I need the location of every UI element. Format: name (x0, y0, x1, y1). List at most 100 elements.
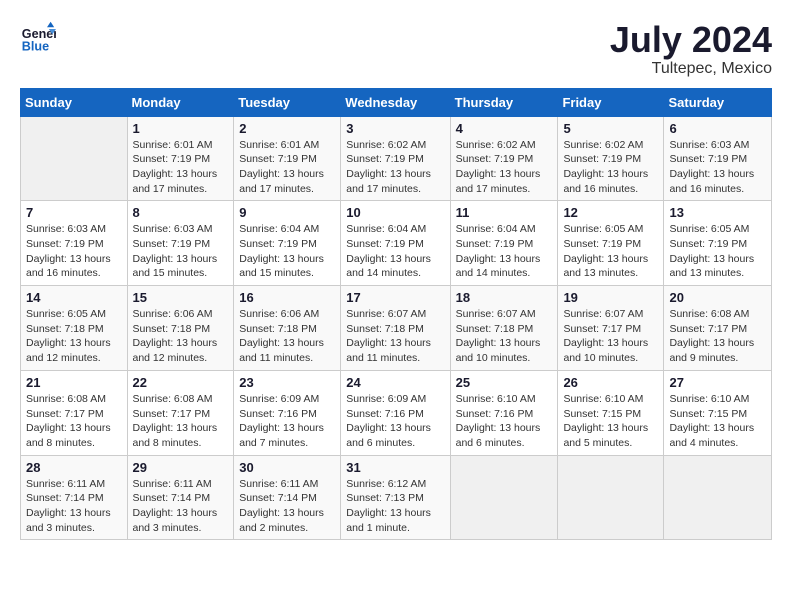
day-cell: 16 Sunrise: 6:06 AMSunset: 7:18 PMDayligh… (234, 286, 341, 371)
day-cell (450, 455, 558, 540)
day-cell: 12 Sunrise: 6:05 AMSunset: 7:19 PMDayligh… (558, 201, 664, 286)
day-info: Sunrise: 6:07 AMSunset: 7:18 PMDaylight:… (346, 307, 444, 366)
day-number: 14 (26, 290, 122, 305)
day-cell: 19 Sunrise: 6:07 AMSunset: 7:17 PMDayligh… (558, 286, 664, 371)
day-cell: 20 Sunrise: 6:08 AMSunset: 7:17 PMDayligh… (664, 286, 772, 371)
day-info: Sunrise: 6:01 AMSunset: 7:19 PMDaylight:… (239, 138, 335, 197)
day-info: Sunrise: 6:09 AMSunset: 7:16 PMDaylight:… (239, 392, 335, 451)
col-header-thursday: Thursday (450, 88, 558, 116)
day-cell: 10Sunrise: 6:04 AMSunset: 7:19 PMDayligh… (341, 201, 450, 286)
day-info: Sunrise: 6:05 AMSunset: 7:19 PMDaylight:… (563, 222, 658, 281)
day-cell: 24 Sunrise: 6:09 AMSunset: 7:16 PMDayligh… (341, 370, 450, 455)
calendar-table: SundayMondayTuesdayWednesdayThursdayFrid… (20, 88, 772, 541)
day-cell: 26Sunrise: 6:10 AMSunset: 7:15 PMDayligh… (558, 370, 664, 455)
day-number: 17 (346, 290, 444, 305)
week-row-4: 21 Sunrise: 6:08 AMSunset: 7:17 PMDayligh… (21, 370, 772, 455)
calendar-header-row: SundayMondayTuesdayWednesdayThursdayFrid… (21, 88, 772, 116)
day-number: 27 (669, 375, 766, 390)
day-info: Sunrise: 6:05 AMSunset: 7:18 PMDaylight:… (26, 307, 122, 366)
day-cell: 21 Sunrise: 6:08 AMSunset: 7:17 PMDayligh… (21, 370, 128, 455)
day-cell: 18Sunrise: 6:07 AMSunset: 7:18 PMDayligh… (450, 286, 558, 371)
day-info: Sunrise: 6:08 AMSunset: 7:17 PMDaylight:… (133, 392, 229, 451)
day-info: Sunrise: 6:11 AMSunset: 7:14 PMDaylight:… (133, 477, 229, 536)
day-cell: 28Sunrise: 6:11 AMSunset: 7:14 PMDayligh… (21, 455, 128, 540)
day-info: Sunrise: 6:10 AMSunset: 7:16 PMDaylight:… (456, 392, 553, 451)
day-info: Sunrise: 6:12 AMSunset: 7:13 PMDaylight:… (346, 477, 444, 536)
logo: General Blue (20, 20, 56, 56)
day-number: 21 (26, 375, 122, 390)
day-info: Sunrise: 6:07 AMSunset: 7:17 PMDaylight:… (563, 307, 658, 366)
day-number: 7 (26, 205, 122, 220)
day-cell: 29 Sunrise: 6:11 AMSunset: 7:14 PMDayligh… (127, 455, 234, 540)
day-number: 31 (346, 460, 444, 475)
day-cell: 3 Sunrise: 6:02 AMSunset: 7:19 PMDaylight… (341, 116, 450, 201)
day-info: Sunrise: 6:05 AMSunset: 7:19 PMDaylight:… (669, 222, 766, 281)
day-cell (21, 116, 128, 201)
day-cell: 27 Sunrise: 6:10 AMSunset: 7:15 PMDayligh… (664, 370, 772, 455)
day-number: 29 (133, 460, 229, 475)
col-header-wednesday: Wednesday (341, 88, 450, 116)
day-number: 22 (133, 375, 229, 390)
location: Tultepec, Mexico (610, 60, 772, 78)
page-header: General Blue July 2024 Tultepec, Mexico (20, 20, 772, 78)
day-number: 11 (456, 205, 553, 220)
day-info: Sunrise: 6:04 AMSunset: 7:19 PMDaylight:… (346, 222, 444, 281)
day-info: Sunrise: 6:03 AMSunset: 7:19 PMDaylight:… (669, 138, 766, 197)
day-cell: 11 Sunrise: 6:04 AMSunset: 7:19 PMDayligh… (450, 201, 558, 286)
calendar-body: 1 Sunrise: 6:01 AMSunset: 7:19 PMDaylight… (21, 116, 772, 540)
day-number: 19 (563, 290, 658, 305)
day-cell: 8 Sunrise: 6:03 AMSunset: 7:19 PMDaylight… (127, 201, 234, 286)
logo-icon: General Blue (20, 20, 56, 56)
day-cell (664, 455, 772, 540)
day-number: 6 (669, 121, 766, 136)
title-block: July 2024 Tultepec, Mexico (610, 20, 772, 78)
day-number: 25 (456, 375, 553, 390)
day-cell (558, 455, 664, 540)
col-header-monday: Monday (127, 88, 234, 116)
day-cell: 31 Sunrise: 6:12 AMSunset: 7:13 PMDayligh… (341, 455, 450, 540)
day-info: Sunrise: 6:11 AMSunset: 7:14 PMDaylight:… (26, 477, 122, 536)
day-info: Sunrise: 6:04 AMSunset: 7:19 PMDaylight:… (239, 222, 335, 281)
week-row-5: 28Sunrise: 6:11 AMSunset: 7:14 PMDayligh… (21, 455, 772, 540)
day-cell: 25 Sunrise: 6:10 AMSunset: 7:16 PMDayligh… (450, 370, 558, 455)
col-header-friday: Friday (558, 88, 664, 116)
day-cell: 22 Sunrise: 6:08 AMSunset: 7:17 PMDayligh… (127, 370, 234, 455)
day-number: 23 (239, 375, 335, 390)
day-info: Sunrise: 6:06 AMSunset: 7:18 PMDaylight:… (133, 307, 229, 366)
day-number: 8 (133, 205, 229, 220)
day-number: 3 (346, 121, 444, 136)
day-info: Sunrise: 6:08 AMSunset: 7:17 PMDaylight:… (669, 307, 766, 366)
day-cell: 2 Sunrise: 6:01 AMSunset: 7:19 PMDaylight… (234, 116, 341, 201)
day-number: 26 (563, 375, 658, 390)
col-header-sunday: Sunday (21, 88, 128, 116)
day-cell: 1 Sunrise: 6:01 AMSunset: 7:19 PMDaylight… (127, 116, 234, 201)
day-cell: 4Sunrise: 6:02 AMSunset: 7:19 PMDaylight… (450, 116, 558, 201)
day-cell: 13Sunrise: 6:05 AMSunset: 7:19 PMDayligh… (664, 201, 772, 286)
week-row-3: 14 Sunrise: 6:05 AMSunset: 7:18 PMDayligh… (21, 286, 772, 371)
day-cell: 5Sunrise: 6:02 AMSunset: 7:19 PMDaylight… (558, 116, 664, 201)
day-number: 12 (563, 205, 658, 220)
week-row-1: 1 Sunrise: 6:01 AMSunset: 7:19 PMDaylight… (21, 116, 772, 201)
day-info: Sunrise: 6:03 AMSunset: 7:19 PMDaylight:… (133, 222, 229, 281)
day-info: Sunrise: 6:10 AMSunset: 7:15 PMDaylight:… (669, 392, 766, 451)
day-number: 30 (239, 460, 335, 475)
day-number: 2 (239, 121, 335, 136)
day-number: 15 (133, 290, 229, 305)
col-header-tuesday: Tuesday (234, 88, 341, 116)
day-info: Sunrise: 6:09 AMSunset: 7:16 PMDaylight:… (346, 392, 444, 451)
day-info: Sunrise: 6:02 AMSunset: 7:19 PMDaylight:… (346, 138, 444, 197)
day-number: 1 (133, 121, 229, 136)
day-cell: 7Sunrise: 6:03 AMSunset: 7:19 PMDaylight… (21, 201, 128, 286)
day-number: 20 (669, 290, 766, 305)
day-info: Sunrise: 6:08 AMSunset: 7:17 PMDaylight:… (26, 392, 122, 451)
day-number: 16 (239, 290, 335, 305)
day-info: Sunrise: 6:06 AMSunset: 7:18 PMDaylight:… (239, 307, 335, 366)
day-info: Sunrise: 6:04 AMSunset: 7:19 PMDaylight:… (456, 222, 553, 281)
day-info: Sunrise: 6:01 AMSunset: 7:19 PMDaylight:… (133, 138, 229, 197)
day-number: 9 (239, 205, 335, 220)
day-number: 24 (346, 375, 444, 390)
day-cell: 23 Sunrise: 6:09 AMSunset: 7:16 PMDayligh… (234, 370, 341, 455)
week-row-2: 7 Sunrise: 6:03 AMSunset: 7:19 PMDaylight… (21, 201, 772, 286)
svg-text:Blue: Blue (22, 40, 49, 54)
day-info: Sunrise: 6:02 AMSunset: 7:19 PMDaylight:… (456, 138, 553, 197)
